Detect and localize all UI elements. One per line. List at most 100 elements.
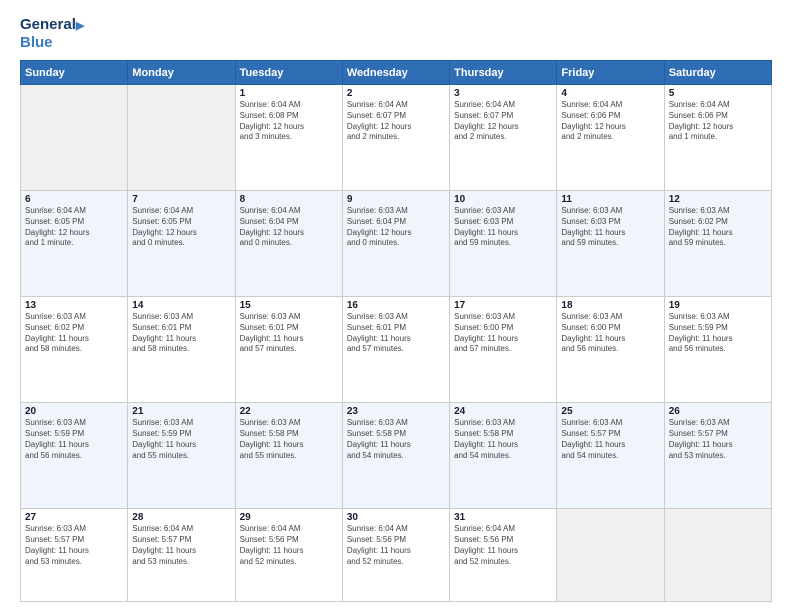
day-number: 15 [240, 300, 338, 311]
day-number: 12 [669, 194, 767, 205]
logo-icon: ▶ [76, 20, 84, 32]
calendar-cell: 25Sunrise: 6:03 AM Sunset: 5:57 PM Dayli… [557, 403, 664, 509]
day-number: 23 [347, 406, 445, 417]
day-info: Sunrise: 6:03 AM Sunset: 5:57 PM Dayligh… [669, 418, 767, 461]
weekday-header-monday: Monday [128, 61, 235, 85]
day-number: 28 [132, 512, 230, 523]
day-info: Sunrise: 6:03 AM Sunset: 6:00 PM Dayligh… [454, 312, 552, 355]
day-info: Sunrise: 6:03 AM Sunset: 6:01 PM Dayligh… [132, 312, 230, 355]
day-number: 31 [454, 512, 552, 523]
day-number: 9 [347, 194, 445, 205]
logo: General▶ Blue [20, 16, 84, 52]
day-number: 20 [25, 406, 123, 417]
calendar-cell [664, 509, 771, 602]
day-info: Sunrise: 6:04 AM Sunset: 6:04 PM Dayligh… [240, 206, 338, 249]
calendar-cell: 24Sunrise: 6:03 AM Sunset: 5:58 PM Dayli… [450, 403, 557, 509]
calendar-cell: 8Sunrise: 6:04 AM Sunset: 6:04 PM Daylig… [235, 191, 342, 297]
day-info: Sunrise: 6:04 AM Sunset: 6:07 PM Dayligh… [454, 100, 552, 143]
calendar-cell: 20Sunrise: 6:03 AM Sunset: 5:59 PM Dayli… [21, 403, 128, 509]
calendar-week-row: 27Sunrise: 6:03 AM Sunset: 5:57 PM Dayli… [21, 509, 772, 602]
day-number: 26 [669, 406, 767, 417]
calendar-cell: 11Sunrise: 6:03 AM Sunset: 6:03 PM Dayli… [557, 191, 664, 297]
calendar-cell: 1Sunrise: 6:04 AM Sunset: 6:08 PM Daylig… [235, 85, 342, 191]
day-info: Sunrise: 6:03 AM Sunset: 5:58 PM Dayligh… [240, 418, 338, 461]
calendar-cell: 2Sunrise: 6:04 AM Sunset: 6:07 PM Daylig… [342, 85, 449, 191]
weekday-header-tuesday: Tuesday [235, 61, 342, 85]
day-info: Sunrise: 6:04 AM Sunset: 6:07 PM Dayligh… [347, 100, 445, 143]
day-number: 18 [561, 300, 659, 311]
day-number: 16 [347, 300, 445, 311]
calendar-cell: 15Sunrise: 6:03 AM Sunset: 6:01 PM Dayli… [235, 297, 342, 403]
calendar-body: 1Sunrise: 6:04 AM Sunset: 6:08 PM Daylig… [21, 85, 772, 602]
day-info: Sunrise: 6:04 AM Sunset: 5:56 PM Dayligh… [347, 524, 445, 567]
calendar-cell [21, 85, 128, 191]
calendar-cell: 30Sunrise: 6:04 AM Sunset: 5:56 PM Dayli… [342, 509, 449, 602]
day-number: 30 [347, 512, 445, 523]
day-number: 29 [240, 512, 338, 523]
calendar-cell: 5Sunrise: 6:04 AM Sunset: 6:06 PM Daylig… [664, 85, 771, 191]
calendar-cell: 6Sunrise: 6:04 AM Sunset: 6:05 PM Daylig… [21, 191, 128, 297]
calendar-week-row: 1Sunrise: 6:04 AM Sunset: 6:08 PM Daylig… [21, 85, 772, 191]
calendar-cell: 28Sunrise: 6:04 AM Sunset: 5:57 PM Dayli… [128, 509, 235, 602]
day-info: Sunrise: 6:03 AM Sunset: 5:57 PM Dayligh… [561, 418, 659, 461]
day-info: Sunrise: 6:03 AM Sunset: 6:03 PM Dayligh… [561, 206, 659, 249]
weekday-header-wednesday: Wednesday [342, 61, 449, 85]
day-number: 7 [132, 194, 230, 205]
day-number: 8 [240, 194, 338, 205]
page: General▶ Blue SundayMondayTuesdayWednesd… [0, 0, 792, 612]
calendar-cell: 9Sunrise: 6:03 AM Sunset: 6:04 PM Daylig… [342, 191, 449, 297]
calendar-week-row: 6Sunrise: 6:04 AM Sunset: 6:05 PM Daylig… [21, 191, 772, 297]
calendar-cell: 10Sunrise: 6:03 AM Sunset: 6:03 PM Dayli… [450, 191, 557, 297]
day-info: Sunrise: 6:03 AM Sunset: 6:02 PM Dayligh… [669, 206, 767, 249]
day-info: Sunrise: 6:04 AM Sunset: 6:05 PM Dayligh… [132, 206, 230, 249]
weekday-header-friday: Friday [557, 61, 664, 85]
day-number: 4 [561, 88, 659, 99]
day-number: 5 [669, 88, 767, 99]
day-number: 1 [240, 88, 338, 99]
day-number: 10 [454, 194, 552, 205]
day-number: 17 [454, 300, 552, 311]
day-info: Sunrise: 6:03 AM Sunset: 6:01 PM Dayligh… [347, 312, 445, 355]
day-info: Sunrise: 6:04 AM Sunset: 6:08 PM Dayligh… [240, 100, 338, 143]
calendar-cell: 16Sunrise: 6:03 AM Sunset: 6:01 PM Dayli… [342, 297, 449, 403]
day-info: Sunrise: 6:03 AM Sunset: 6:01 PM Dayligh… [240, 312, 338, 355]
header: General▶ Blue [20, 16, 772, 52]
calendar-header-row: SundayMondayTuesdayWednesdayThursdayFrid… [21, 61, 772, 85]
day-info: Sunrise: 6:03 AM Sunset: 5:58 PM Dayligh… [347, 418, 445, 461]
calendar-week-row: 13Sunrise: 6:03 AM Sunset: 6:02 PM Dayli… [21, 297, 772, 403]
calendar-week-row: 20 Sunrise: 6:03 AM Sunset: 5:59 PM Dayli… [21, 403, 772, 509]
day-number: 11 [561, 194, 659, 205]
calendar-cell: 23Sunrise: 6:03 AM Sunset: 5:58 PM Dayli… [342, 403, 449, 509]
calendar-cell: 7Sunrise: 6:04 AM Sunset: 6:05 PM Daylig… [128, 191, 235, 297]
day-info: Sunrise: 6:03 AM Sunset: 6:02 PM Dayligh… [25, 312, 123, 355]
calendar-cell [557, 509, 664, 602]
day-number: 24 [454, 406, 552, 417]
calendar-cell: 27Sunrise: 6:03 AM Sunset: 5:57 PM Dayli… [21, 509, 128, 602]
calendar-cell: 29Sunrise: 6:04 AM Sunset: 5:56 PM Dayli… [235, 509, 342, 602]
day-number: 13 [25, 300, 123, 311]
day-info: Sunrise: 6:03 AM Sunset: 5:59 PM Dayligh… [132, 418, 230, 461]
day-info: Sunrise: 6:04 AM Sunset: 6:06 PM Dayligh… [561, 100, 659, 143]
calendar-cell: 19Sunrise: 6:03 AM Sunset: 5:59 PM Dayli… [664, 297, 771, 403]
day-number: 2 [347, 88, 445, 99]
calendar-cell: 13Sunrise: 6:03 AM Sunset: 6:02 PM Dayli… [21, 297, 128, 403]
calendar-cell: 31Sunrise: 6:04 AM Sunset: 5:56 PM Dayli… [450, 509, 557, 602]
day-info: Sunrise: 6:03 AM Sunset: 6:04 PM Dayligh… [347, 206, 445, 249]
calendar-table: SundayMondayTuesdayWednesdayThursdayFrid… [20, 60, 772, 602]
day-info: Sunrise: 6:03 AM Sunset: 6:03 PM Dayligh… [454, 206, 552, 249]
weekday-header-thursday: Thursday [450, 61, 557, 85]
day-info: Sunrise: 6:04 AM Sunset: 5:57 PM Dayligh… [132, 524, 230, 567]
day-info: Sunrise: 6:04 AM Sunset: 6:05 PM Dayligh… [25, 206, 123, 249]
day-info: Sunrise: 6:04 AM Sunset: 6:06 PM Dayligh… [669, 100, 767, 143]
day-number: 27 [25, 512, 123, 523]
day-info: Sunrise: 6:03 AM Sunset: 5:58 PM Dayligh… [454, 418, 552, 461]
day-number: 3 [454, 88, 552, 99]
day-number: 25 [561, 406, 659, 417]
calendar-cell: 21Sunrise: 6:03 AM Sunset: 5:59 PM Dayli… [128, 403, 235, 509]
logo-general: General [20, 16, 76, 33]
day-number: 14 [132, 300, 230, 311]
calendar-cell: 26Sunrise: 6:03 AM Sunset: 5:57 PM Dayli… [664, 403, 771, 509]
day-info: Sunrise: 6:03 AM Sunset: 5:59 PM Dayligh… [669, 312, 767, 355]
day-number: 21 [132, 406, 230, 417]
day-info: Sunrise: 6:04 AM Sunset: 5:56 PM Dayligh… [240, 524, 338, 567]
